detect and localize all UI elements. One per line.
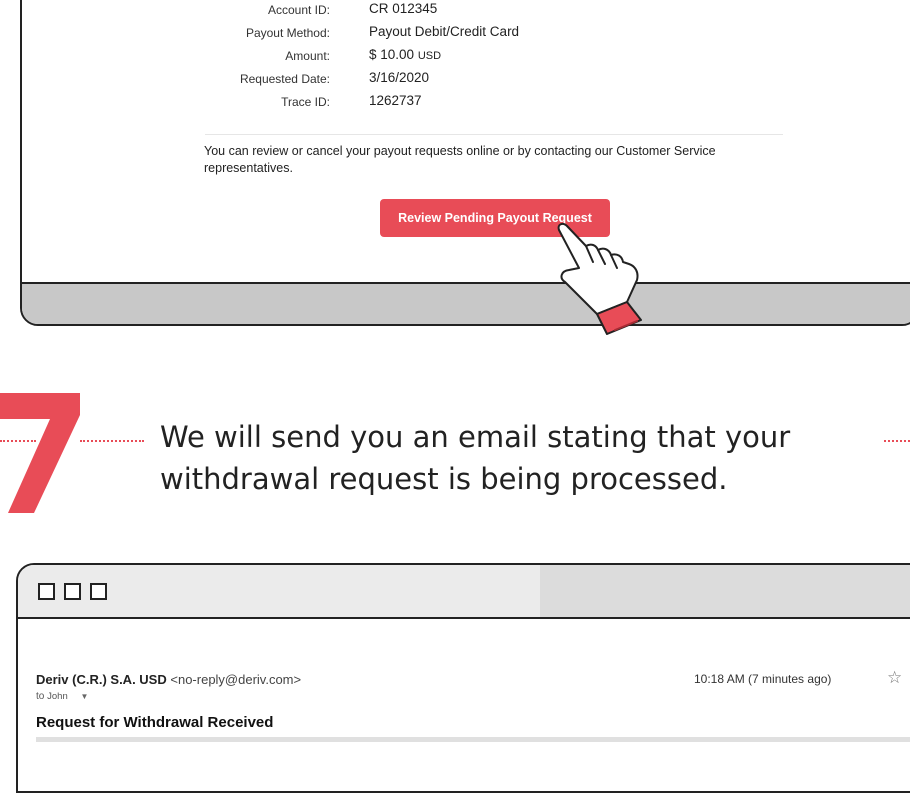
caret-down-icon[interactable]: ▼ (81, 692, 89, 701)
detail-label: Requested Date: (239, 72, 330, 86)
window-control-box[interactable] (38, 583, 55, 600)
review-cancel-note: You can review or cancel your payout req… (204, 144, 716, 175)
window-titlebar (18, 565, 910, 619)
detail-value: 3/16/2020 (369, 70, 430, 85)
detail-row-amount: Amount: $ 10.00 USD (22, 46, 910, 69)
window-control-box[interactable] (64, 583, 81, 600)
to-prefix: to (36, 691, 45, 702)
detail-label: Payout Method: (245, 26, 330, 40)
step-description: We will send you an email stating that y… (160, 420, 791, 496)
currency-unit: USD (417, 50, 442, 62)
email-window: Deriv (C.R.) S.A. USD <no-reply@deriv.co… (16, 563, 910, 793)
detail-row-payout-method: Payout Method: Payout Debit/Credit Card (22, 23, 910, 46)
sender-name: Deriv (C.R.) S.A. USD (36, 672, 167, 687)
detail-label: Amount: (285, 49, 330, 63)
monitor-bezel (22, 282, 910, 324)
window-control-box[interactable] (90, 583, 107, 600)
dotted-line-mid (80, 440, 144, 442)
payout-details: Account ID: CR 012345 Payout Method: Pay… (22, 0, 910, 115)
detail-label: Trace ID: (281, 95, 330, 109)
email-timestamp: 10:18 AM (7 minutes ago) (694, 672, 832, 686)
step-number-seven: 7 (0, 393, 80, 513)
detail-label: Account ID: (267, 3, 330, 17)
hand-pointer-icon (557, 222, 642, 335)
section-divider (205, 134, 783, 135)
recipient-name: John (47, 691, 68, 702)
star-icon[interactable]: ☆ (887, 668, 902, 688)
detail-value: Payout Debit/Credit Card (369, 24, 520, 39)
subject-divider (36, 737, 910, 742)
sender-email: <no-reply@deriv.com> (170, 672, 302, 687)
email-sender: Deriv (C.R.) S.A. USD <no-reply@deriv.co… (36, 672, 301, 687)
detail-value: CR 012345 (369, 1, 438, 16)
email-subject: Request for Withdrawal Received (36, 714, 274, 731)
detail-row-trace-id: Trace ID: 1262737 (22, 92, 910, 115)
detail-value: $ 10.00 USD (369, 47, 442, 62)
payout-request-screen: Account ID: CR 012345 Payout Method: Pay… (20, 0, 910, 326)
detail-value: 1262737 (369, 93, 422, 108)
email-recipient-line[interactable]: to John ▼ (36, 691, 88, 702)
detail-row-requested-date: Requested Date: 3/16/2020 (22, 69, 910, 92)
titlebar-right-panel (540, 565, 910, 617)
detail-row-account-id: Account ID: CR 012345 (22, 0, 910, 23)
